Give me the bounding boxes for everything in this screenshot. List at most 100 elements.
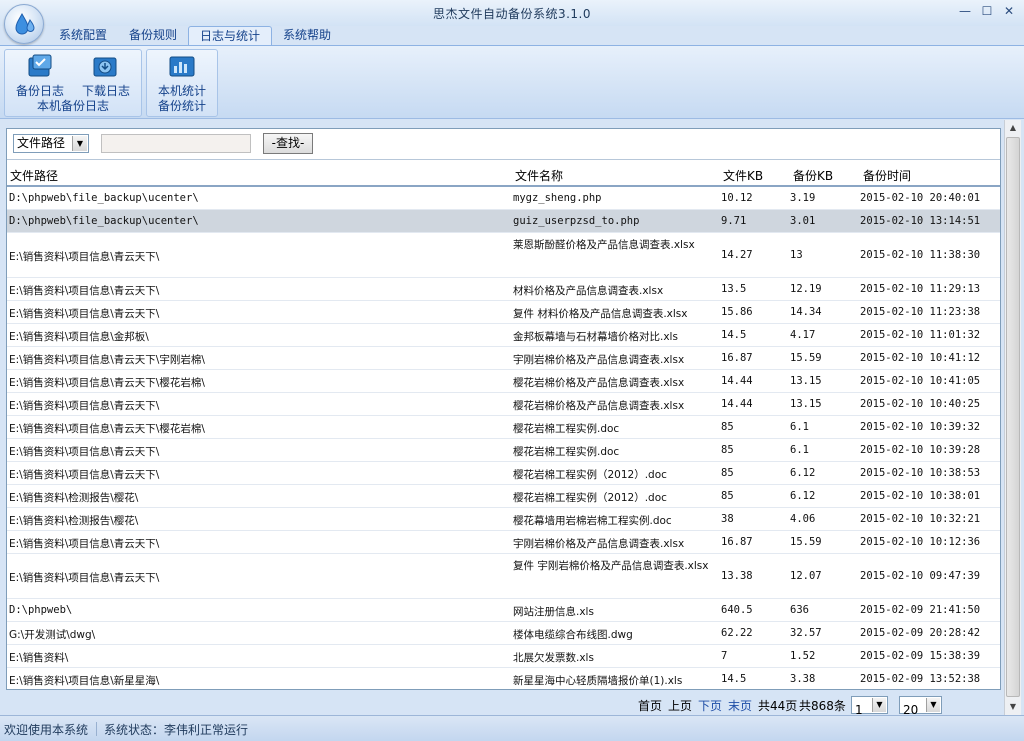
cell-backup-size: 32.57: [790, 627, 822, 639]
cell-name: 网站注册信息.xls: [513, 606, 594, 618]
table-row[interactable]: E:\销售资料\项目信息\青云天下\ 宇刚岩棉价格及产品信息调查表.xlsx 1…: [7, 531, 1000, 554]
cell-name: 樱花岩棉工程实例.doc: [513, 423, 620, 435]
cell-size: 15.86: [721, 306, 753, 318]
vertical-scrollbar[interactable]: ▲ ▼: [1004, 120, 1021, 715]
cell-backup-size: 6.12: [790, 467, 816, 479]
cell-size: 14.44: [721, 398, 753, 410]
search-field-value: 文件路径: [17, 136, 66, 150]
table-row[interactable]: E:\销售资料\项目信息\青云天下\ 复件 宇刚岩棉价格及产品信息调查表.xls…: [7, 554, 1000, 599]
log-panel: 文件路径 ▼ -查找- 文件路径 文件名称 文件KB 备份KB 备份时间 D:\…: [6, 128, 1001, 690]
table-row[interactable]: E:\销售资料\检测报告\樱花\ 樱花岩棉工程实例（2012）.doc 85 6…: [7, 485, 1000, 508]
backup-log-button[interactable]: 备份日志: [9, 54, 71, 99]
chevron-down-icon[interactable]: ▼: [72, 136, 87, 151]
pager-prev[interactable]: 上页: [668, 697, 692, 714]
status-welcome: 欢迎使用本系统: [4, 723, 89, 737]
pager-next[interactable]: 下页: [698, 697, 722, 714]
table-row[interactable]: E:\销售资料\项目信息\青云天下\ 材料价格及产品信息调查表.xlsx 13.…: [7, 278, 1000, 301]
minimize-button[interactable]: —: [956, 3, 974, 19]
table-row[interactable]: E:\销售资料\项目信息\青云天下\ 樱花岩棉工程实例.doc 85 6.1 2…: [7, 439, 1000, 462]
cell-time: 2015-02-10 10:38:01: [860, 490, 981, 502]
chevron-down-icon[interactable]: ▼: [872, 698, 886, 712]
cell-time: 2015-02-09 13:52:38: [860, 673, 981, 685]
ribbon-tabs: 系统配置 备份规则 日志与统计 系统帮助: [48, 26, 342, 46]
cell-path: E:\销售资料\检测报告\樱花\: [9, 515, 139, 527]
app-menu-orb[interactable]: [4, 4, 44, 44]
cell-path: E:\销售资料\项目信息\青云天下\: [9, 308, 160, 320]
cell-name: 樱花岩棉工程实例（2012）.doc: [513, 492, 667, 504]
cell-backup-size: 13.15: [790, 375, 822, 387]
cell-backup-size: 14.34: [790, 306, 822, 318]
tab-system-help[interactable]: 系统帮助: [272, 26, 342, 46]
page-number-select[interactable]: 1 ▼: [851, 696, 888, 717]
cell-size: 85: [721, 467, 734, 479]
scroll-down-icon[interactable]: ▼: [1005, 699, 1021, 715]
cell-size: 13.38: [721, 570, 753, 582]
local-stats-icon: [169, 56, 195, 77]
table-row[interactable]: E:\销售资料\项目信息\青云天下\樱花岩棉\ 樱花岩棉价格及产品信息调查表.x…: [7, 370, 1000, 393]
pager-first[interactable]: 首页: [638, 697, 662, 714]
tab-logs-stats[interactable]: 日志与统计: [188, 26, 273, 46]
cell-time: 2015-02-09 21:41:50: [860, 604, 981, 616]
table-row[interactable]: E:\销售资料\项目信息\青云天下\樱花岩棉\ 樱花岩棉工程实例.doc 85 …: [7, 416, 1000, 439]
table-row[interactable]: E:\销售资料\检测报告\樱花\ 樱花幕墙用岩棉岩棉工程实例.doc 38 4.…: [7, 508, 1000, 531]
page-size-select[interactable]: 20 ▼: [899, 696, 942, 717]
col-header-backup-size[interactable]: 备份KB: [793, 167, 833, 184]
table-row[interactable]: E:\销售资料\项目信息\青云天下\ 樱花岩棉价格及产品信息调查表.xlsx 1…: [7, 393, 1000, 416]
tab-system-config[interactable]: 系统配置: [48, 26, 118, 46]
cell-path: G:\开发测试\dwg\: [9, 629, 96, 641]
table-row[interactable]: G:\开发测试\dwg\ 楼体电缆综合布线图.dwg 62.22 32.57 2…: [7, 622, 1000, 645]
backup-log-icon: [28, 54, 52, 77]
table-row[interactable]: E:\销售资料\项目信息\新星星海\ 新星星海中心轻质隔墙报价单(1).xls …: [7, 668, 1000, 689]
search-field-select[interactable]: 文件路径 ▼: [13, 134, 89, 153]
table-row[interactable]: E:\销售资料\项目信息\青云天下\ 复件 材料价格及产品信息调查表.xlsx …: [7, 301, 1000, 324]
group-caption-backup-stats: 备份统计: [157, 99, 206, 113]
cell-path: D:\phpweb\file_backup\ucenter\: [9, 215, 199, 227]
cell-name: 樱花岩棉价格及产品信息调查表.xlsx: [513, 400, 685, 412]
search-button[interactable]: -查找-: [263, 133, 313, 154]
scroll-up-icon[interactable]: ▲: [1005, 120, 1021, 136]
cell-name: 宇刚岩棉价格及产品信息调查表.xlsx: [513, 354, 685, 366]
table-row[interactable]: E:\销售资料\ 北展欠发票数.xls 7 1.52 2015-02-09 15…: [7, 645, 1000, 668]
download-log-button[interactable]: 下载日志: [75, 54, 137, 99]
cell-name: 楼体电缆综合布线图.dwg: [513, 629, 633, 641]
cell-size: 640.5: [721, 604, 753, 616]
col-header-path[interactable]: 文件路径: [10, 167, 58, 184]
table-row[interactable]: E:\销售资料\项目信息\青云天下\ 樱花岩棉工程实例（2012）.doc 85…: [7, 462, 1000, 485]
cell-path: E:\销售资料\项目信息\青云天下\: [9, 400, 160, 412]
cell-path: E:\销售资料\项目信息\青云天下\樱花岩棉\: [9, 377, 205, 389]
maximize-button[interactable]: ☐: [978, 3, 996, 19]
window-title: 思杰文件自动备份系统3.1.0: [432, 7, 592, 21]
close-button[interactable]: ✕: [1000, 3, 1018, 19]
cell-time: 2015-02-10 11:01:32: [860, 329, 981, 341]
cell-size: 10.12: [721, 192, 753, 204]
cell-time: 2015-02-10 09:47:39: [860, 570, 981, 582]
table-row-selected[interactable]: D:\phpweb\file_backup\ucenter\ guiz_user…: [7, 210, 1000, 233]
cell-backup-size: 3.19: [790, 192, 816, 204]
cell-name: 金邦板幕墙与石材幕墙价格对比.xls: [513, 331, 678, 343]
cell-time: 2015-02-09 20:28:42: [860, 627, 981, 639]
cell-size: 85: [721, 421, 734, 433]
cell-name: mygz_sheng.php: [513, 192, 602, 204]
chevron-down-icon[interactable]: ▼: [926, 698, 940, 712]
cell-backup-size: 12.07: [790, 570, 822, 582]
table-row[interactable]: D:\phpweb\file_backup\ucenter\ mygz_shen…: [7, 187, 1000, 210]
local-stats-button[interactable]: 本机统计: [151, 54, 213, 99]
cell-backup-size: 15.59: [790, 536, 822, 548]
table-row[interactable]: E:\销售资料\项目信息\金邦板\ 金邦板幕墙与石材幕墙价格对比.xls 14.…: [7, 324, 1000, 347]
col-header-name[interactable]: 文件名称: [515, 167, 563, 184]
table-row[interactable]: E:\销售资料\项目信息\青云天下\宇刚岩棉\ 宇刚岩棉价格及产品信息调查表.x…: [7, 347, 1000, 370]
group-caption-local-backup-log: 本机备份日志: [36, 99, 109, 113]
table-row[interactable]: E:\销售资料\项目信息\青云天下\ 莱恩斯酚醛价格及产品信息调查表.xlsx …: [7, 233, 1000, 278]
col-header-time[interactable]: 备份时间: [863, 167, 911, 184]
cell-backup-size: 13.15: [790, 398, 822, 410]
scrollbar-thumb[interactable]: [1006, 137, 1020, 697]
col-header-size[interactable]: 文件KB: [723, 167, 763, 184]
tab-backup-rules[interactable]: 备份规则: [118, 26, 188, 46]
cell-name: 樱花岩棉工程实例.doc: [513, 446, 620, 458]
cell-size: 14.5: [721, 329, 747, 341]
search-input[interactable]: [101, 134, 251, 153]
cell-name: 复件 宇刚岩棉价格及产品信息调查表.xlsx: [513, 560, 709, 572]
cell-path: E:\销售资料\: [9, 652, 69, 664]
table-row[interactable]: D:\phpweb\ 网站注册信息.xls 640.5 636 2015-02-…: [7, 599, 1000, 622]
pager-last[interactable]: 末页: [728, 697, 752, 714]
